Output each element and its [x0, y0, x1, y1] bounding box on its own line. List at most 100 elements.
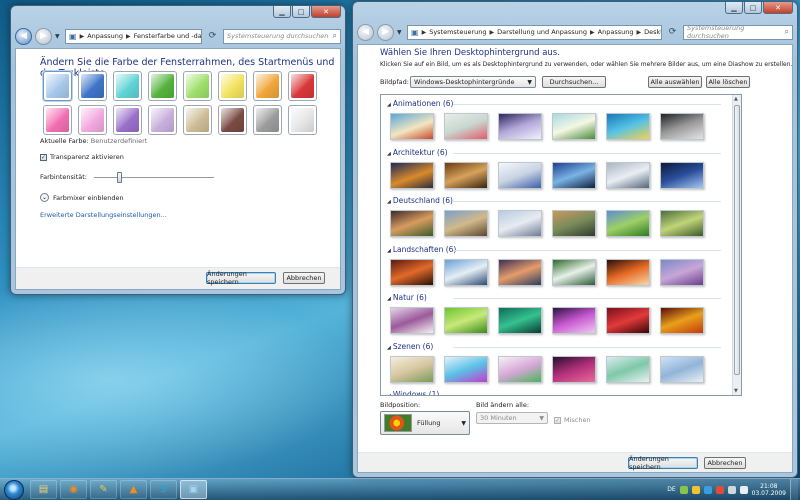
chevron-down-icon[interactable]: ⌄ — [40, 193, 49, 202]
clear-all-button[interactable]: Alle löschen — [706, 76, 750, 88]
advanced-appearance-link[interactable]: Erweiterte Darstellungseinstellungen... — [40, 211, 167, 219]
show-desktop-button[interactable] — [790, 479, 798, 500]
save-changes-button[interactable]: Änderungen speichern — [628, 455, 698, 471]
shuffle-checkbox[interactable]: ✓ — [554, 416, 561, 424]
minimize-button[interactable]: ▁ — [725, 2, 743, 14]
wallpaper-thumbnail[interactable] — [606, 258, 650, 286]
wallpaper-thumbnail[interactable] — [498, 210, 542, 237]
collapse-icon[interactable]: ◢ — [387, 296, 391, 302]
transparency-checkbox-row[interactable]: ✓ Transparenz aktivieren — [40, 153, 124, 161]
gallery-group-header[interactable]: ◢ Animationen (6) — [387, 99, 453, 108]
color-swatch[interactable] — [43, 71, 72, 101]
collapse-icon[interactable]: ◢ — [387, 248, 391, 254]
wallpaper-thumbnail[interactable] — [660, 113, 704, 140]
window-desktop-background[interactable]: ▁ □ ✕ ◀ ▶ ▼ ▣ ▶ Systemsteuerung ▶ Darste… — [352, 1, 798, 478]
tray-app-icon[interactable] — [691, 485, 700, 494]
wallpaper-thumbnail[interactable] — [606, 307, 650, 334]
transparency-checkbox[interactable]: ✓ — [40, 153, 47, 161]
wallpaper-thumbnail[interactable] — [444, 307, 488, 334]
gallery-group-header[interactable]: ◢ Szenen (6) — [387, 342, 433, 351]
gallery-group-header[interactable]: ◢ Landschaften (6) — [387, 245, 456, 254]
collapse-icon[interactable]: ◢ — [387, 199, 391, 205]
intensity-slider-track[interactable] — [94, 172, 214, 183]
control-panel-icon[interactable]: ▣ — [180, 480, 207, 499]
cancel-button[interactable]: Abbrechen — [704, 457, 746, 469]
close-button[interactable]: ✕ — [763, 2, 793, 14]
window-color-appearance[interactable]: ▁ □ ✕ ◀ ▶ ▼ ▣ ▶ Anpassung ▶ Fensterfarbe… — [10, 5, 346, 295]
wallpaper-thumbnail[interactable] — [390, 210, 434, 237]
wallpaper-thumbnail[interactable] — [498, 258, 542, 286]
change-interval-select[interactable]: 30 Minuten ▼ — [476, 412, 548, 424]
wallpaper-thumbnail[interactable] — [390, 161, 434, 189]
wallpaper-thumbnail[interactable] — [498, 355, 542, 383]
language-indicator[interactable]: DE — [667, 486, 675, 493]
scroll-down-icon[interactable]: ▼ — [734, 388, 738, 394]
refresh-icon[interactable]: ⟳ — [665, 25, 680, 40]
clock[interactable]: 21:08 03.07.2009 — [752, 483, 786, 497]
forward-button[interactable]: ▶ — [35, 27, 52, 45]
gallery-group-header[interactable]: ◢ Deutschland (6) — [387, 196, 453, 205]
network-icon[interactable] — [727, 485, 736, 494]
wallpaper-thumbnail[interactable] — [552, 355, 596, 383]
tray-app-icon[interactable] — [679, 485, 688, 494]
color-swatch[interactable] — [253, 105, 282, 135]
wallpaper-thumbnail[interactable] — [552, 307, 596, 334]
breadcrumb-item[interactable]: Systemsteuerung — [429, 28, 486, 36]
color-swatch[interactable] — [113, 105, 142, 135]
wallpaper-thumbnail[interactable] — [660, 355, 704, 383]
breadcrumb-item[interactable]: Anpassung — [598, 28, 634, 36]
scrollbar-thumb[interactable] — [734, 105, 740, 375]
intensity-slider-thumb[interactable] — [117, 172, 122, 183]
wallpaper-thumbnail[interactable] — [390, 113, 434, 140]
cancel-button[interactable]: Abbrechen — [283, 272, 325, 284]
firefox-icon[interactable]: ◉ — [60, 480, 87, 499]
select-all-button[interactable]: Alle auswählen — [648, 76, 702, 88]
color-mixer-toggle[interactable]: ⌄ Farbmixer einblenden — [40, 193, 124, 202]
close-button[interactable]: ✕ — [311, 6, 341, 18]
folder-icon[interactable]: ▤ — [30, 480, 57, 499]
gallery-group-header[interactable]: ◢ Architektur (6) — [387, 148, 448, 157]
wallpaper-thumbnail[interactable] — [660, 161, 704, 189]
wallpaper-thumbnail[interactable] — [390, 307, 434, 334]
color-swatch[interactable] — [78, 105, 107, 135]
gallery-scrollbar[interactable]: ▲ ▼ — [732, 95, 741, 395]
maximize-button[interactable]: □ — [292, 6, 310, 18]
wallpaper-thumbnail[interactable] — [498, 307, 542, 334]
collapse-icon[interactable]: ◢ — [387, 102, 391, 108]
wallpaper-thumbnail[interactable] — [660, 258, 704, 286]
color-swatch[interactable] — [183, 71, 212, 101]
refresh-icon[interactable]: ⟳ — [205, 29, 220, 44]
wallpaper-thumbnail[interactable] — [444, 210, 488, 237]
wallpaper-thumbnail[interactable] — [498, 113, 542, 140]
color-swatch[interactable] — [288, 71, 317, 101]
color-swatch[interactable] — [253, 71, 282, 101]
wallpaper-thumbnail[interactable] — [390, 355, 434, 383]
color-swatch[interactable] — [78, 71, 107, 101]
collapse-icon[interactable]: ◢ — [387, 151, 391, 157]
tray-app-icon[interactable] — [703, 485, 712, 494]
wallpaper-thumbnail[interactable] — [390, 258, 434, 286]
wallpaper-thumbnail[interactable] — [552, 161, 596, 189]
back-button[interactable]: ◀ — [15, 27, 32, 45]
wallpaper-thumbnail[interactable] — [498, 161, 542, 189]
wallpaper-thumbnail[interactable] — [606, 161, 650, 189]
color-swatch[interactable] — [148, 71, 177, 101]
maximize-button[interactable]: □ — [744, 2, 762, 14]
collapse-icon[interactable]: ◢ — [387, 393, 391, 395]
wallpaper-thumbnail[interactable] — [552, 113, 596, 140]
minimize-button[interactable]: ▁ — [273, 6, 291, 18]
wallpaper-gallery[interactable]: ▲ ▼ ◢ Animationen (6) ◢ Architektur (6) ◢ Deu… — [380, 94, 742, 396]
color-swatch[interactable] — [183, 105, 212, 135]
volume-icon[interactable] — [739, 485, 748, 494]
wallpaper-thumbnail[interactable] — [606, 113, 650, 140]
color-swatch[interactable] — [113, 71, 142, 101]
wallpaper-thumbnail[interactable] — [606, 210, 650, 237]
collapse-icon[interactable]: ◢ — [387, 345, 391, 351]
tray-app-icon[interactable] — [715, 485, 724, 494]
wallpaper-thumbnail[interactable] — [606, 355, 650, 383]
notepad-icon[interactable]: ✎ — [90, 480, 117, 499]
vlc-icon[interactable]: ▲ — [120, 480, 147, 499]
wallpaper-thumbnail[interactable] — [444, 161, 488, 189]
wallpaper-thumbnail[interactable] — [444, 258, 488, 286]
start-button[interactable] — [4, 479, 24, 500]
